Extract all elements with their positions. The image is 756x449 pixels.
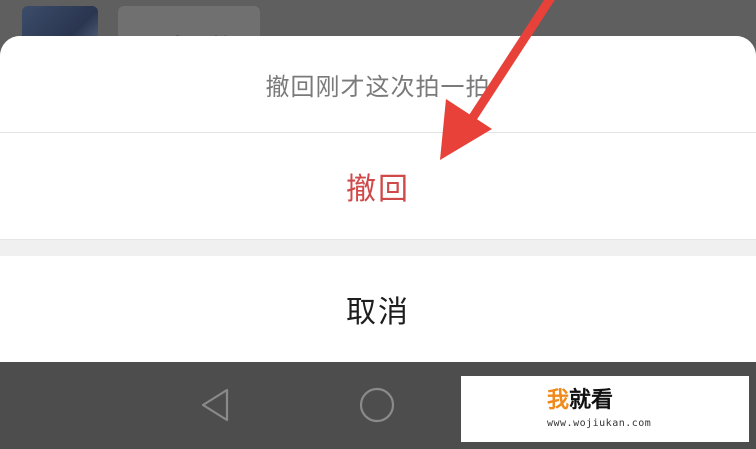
action-sheet: 撤回刚才这次拍一拍 撤回 取消: [0, 36, 756, 362]
withdraw-button-label: 撤回: [346, 172, 410, 207]
section-gap: [0, 239, 756, 257]
watermark: 我就看 www.wojiukan.com: [461, 376, 749, 442]
back-triangle-icon[interactable]: [198, 387, 234, 423]
withdraw-button[interactable]: 撤回: [0, 133, 756, 239]
action-sheet-header: 撤回刚才这次拍一拍: [0, 36, 756, 132]
cancel-button[interactable]: 取消: [0, 256, 756, 362]
watermark-logo: 我就看: [547, 388, 613, 414]
watermark-logo-accent: 我: [547, 388, 570, 413]
watermark-logo-text: 就看: [569, 388, 614, 413]
watermark-url: www.wojiukan.com: [547, 418, 652, 429]
home-circle-icon[interactable]: [358, 386, 396, 424]
action-sheet-title: 撤回刚才这次拍一拍: [265, 72, 491, 101]
cancel-button-label: 取消: [346, 295, 410, 330]
